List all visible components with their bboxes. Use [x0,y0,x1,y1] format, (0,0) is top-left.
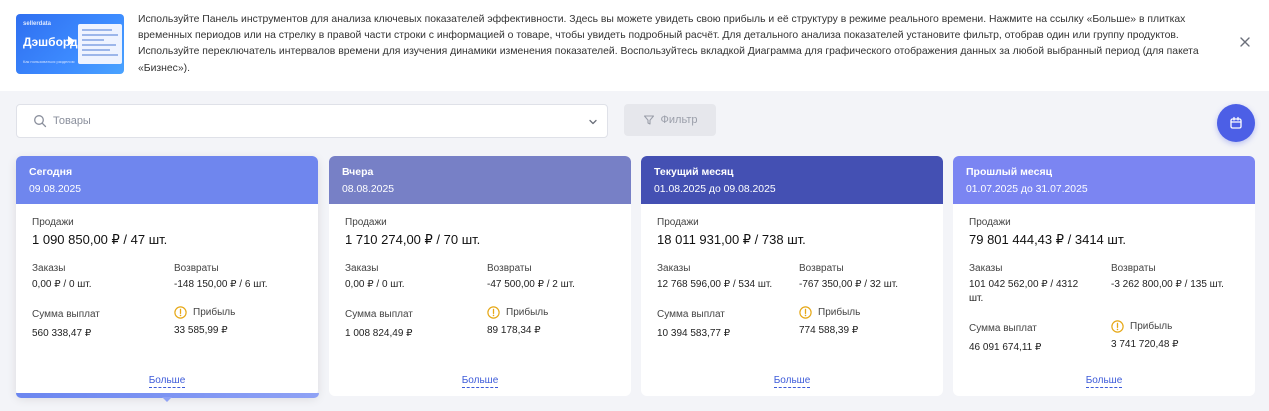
sales-label: Продажи [657,217,699,228]
returns-value: -767 350,00 ₽ / 32 шт. [799,279,899,290]
filter-button[interactable]: Фильтр [624,104,716,136]
card-period: 01.07.2025 до 31.07.2025 [966,184,1088,195]
payout-value: 10 394 583,77 ₽ [657,328,731,339]
calendar-button[interactable] [1217,104,1255,142]
returns-label: Возвраты [1111,263,1156,274]
thumbnail-screen-graphic [78,24,122,64]
payout-value: 560 338,47 ₽ [32,328,92,339]
payout-label: Сумма выплат [345,309,413,320]
returns-label: Возвраты [487,263,532,274]
orders-value: 101 042 562,00 ₽ / 4312 шт. [969,279,1079,304]
returns-value: -148 150,00 ₽ / 6 шт. [174,279,268,290]
warning-icon[interactable] [174,306,187,319]
profit-value: 33 585,99 ₽ [174,325,228,336]
info-banner: sellerdata Дэшборд Как пользоваться разд… [0,0,1269,91]
card-header: Текущий месяц 01.08.2025 до 09.08.2025 [641,156,943,204]
profit-label: Прибыль [506,307,549,318]
more-link[interactable]: Больше [1085,375,1123,388]
search-input[interactable] [53,112,573,130]
period-card[interactable]: Текущий месяц 01.08.2025 до 09.08.2025 П… [641,156,943,396]
sales-value: 1 710 274,00 ₽ / 70 шт. [345,232,481,247]
orders-label: Заказы [657,263,691,274]
card-title: Сегодня [29,166,73,178]
calendar-icon [1230,116,1242,129]
returns-label: Возвраты [799,263,844,274]
payout-value: 1 008 824,49 ₽ [345,328,413,339]
payout-label: Сумма выплат [969,323,1037,334]
warning-icon[interactable] [799,306,812,319]
search-icon [34,115,47,128]
card-period: 08.08.2025 [342,184,395,195]
profit-value: 774 588,39 ₽ [799,325,859,336]
orders-label: Заказы [32,263,66,274]
card-header: Прошлый месяц 01.07.2025 до 31.07.2025 [953,156,1255,204]
card-title: Прошлый месяц [966,166,1053,178]
period-card[interactable]: Вчера 08.08.2025 Продажи 1 710 274,00 ₽ … [329,156,631,396]
orders-label: Заказы [345,263,379,274]
chevron-down-icon[interactable] [587,116,599,128]
close-icon[interactable] [1238,35,1252,49]
sales-value: 79 801 444,43 ₽ / 3414 шт. [969,232,1126,247]
card-title: Вчера [342,166,374,178]
card-period: 09.08.2025 [29,184,82,195]
profit-value: 89 178,34 ₽ [487,325,541,336]
profit-label: Прибыль [1130,321,1173,332]
orders-label: Заказы [969,263,1003,274]
returns-value: -47 500,00 ₽ / 2 шт. [487,279,575,290]
payout-value: 46 091 674,11 ₽ [969,342,1042,353]
period-card[interactable]: Сегодня 09.08.2025 Продажи 1 090 850,00 … [16,156,318,396]
card-header: Сегодня 09.08.2025 [16,156,318,204]
warning-icon[interactable] [1111,320,1124,333]
orders-value: 12 768 596,00 ₽ / 534 шт. [657,279,773,290]
product-search[interactable] [16,104,608,138]
profit-value: 3 741 720,48 ₽ [1111,339,1179,350]
filter-icon [643,115,654,125]
returns-value: -3 262 800,00 ₽ / 135 шт. [1111,279,1224,290]
sales-label: Продажи [32,217,74,228]
more-link[interactable]: Больше [461,375,499,388]
sales-value: 1 090 850,00 ₽ / 47 шт. [32,232,168,247]
card-period: 01.08.2025 до 09.08.2025 [654,184,776,195]
video-thumbnail[interactable]: sellerdata Дэшборд Как пользоваться разд… [16,14,124,74]
play-icon [68,36,75,46]
returns-label: Возвраты [174,263,219,274]
sales-value: 18 011 931,00 ₽ / 738 шт. [657,232,806,247]
card-title: Текущий месяц [654,166,734,178]
card-header: Вчера 08.08.2025 [329,156,631,204]
selected-card-arrow [162,397,172,402]
orders-value: 0,00 ₽ / 0 шт. [345,279,405,290]
banner-text: Используйте Панель инструментов для анал… [138,14,1199,74]
profit-label: Прибыль [818,307,861,318]
sales-label: Продажи [969,217,1011,228]
payout-label: Сумма выплат [32,309,100,320]
more-link[interactable]: Больше [773,375,811,388]
sales-label: Продажи [345,217,387,228]
profit-label: Прибыль [193,307,236,318]
more-link[interactable]: Больше [148,375,186,388]
payout-label: Сумма выплат [657,309,725,320]
warning-icon[interactable] [487,306,500,319]
thumbnail-subtitle: Как пользоваться разделом [23,59,75,64]
orders-value: 0,00 ₽ / 0 шт. [32,279,92,290]
thumbnail-brand: sellerdata [23,21,52,27]
filter-label: Фильтр [660,114,698,126]
period-card[interactable]: Прошлый месяц 01.07.2025 до 31.07.2025 П… [953,156,1255,396]
